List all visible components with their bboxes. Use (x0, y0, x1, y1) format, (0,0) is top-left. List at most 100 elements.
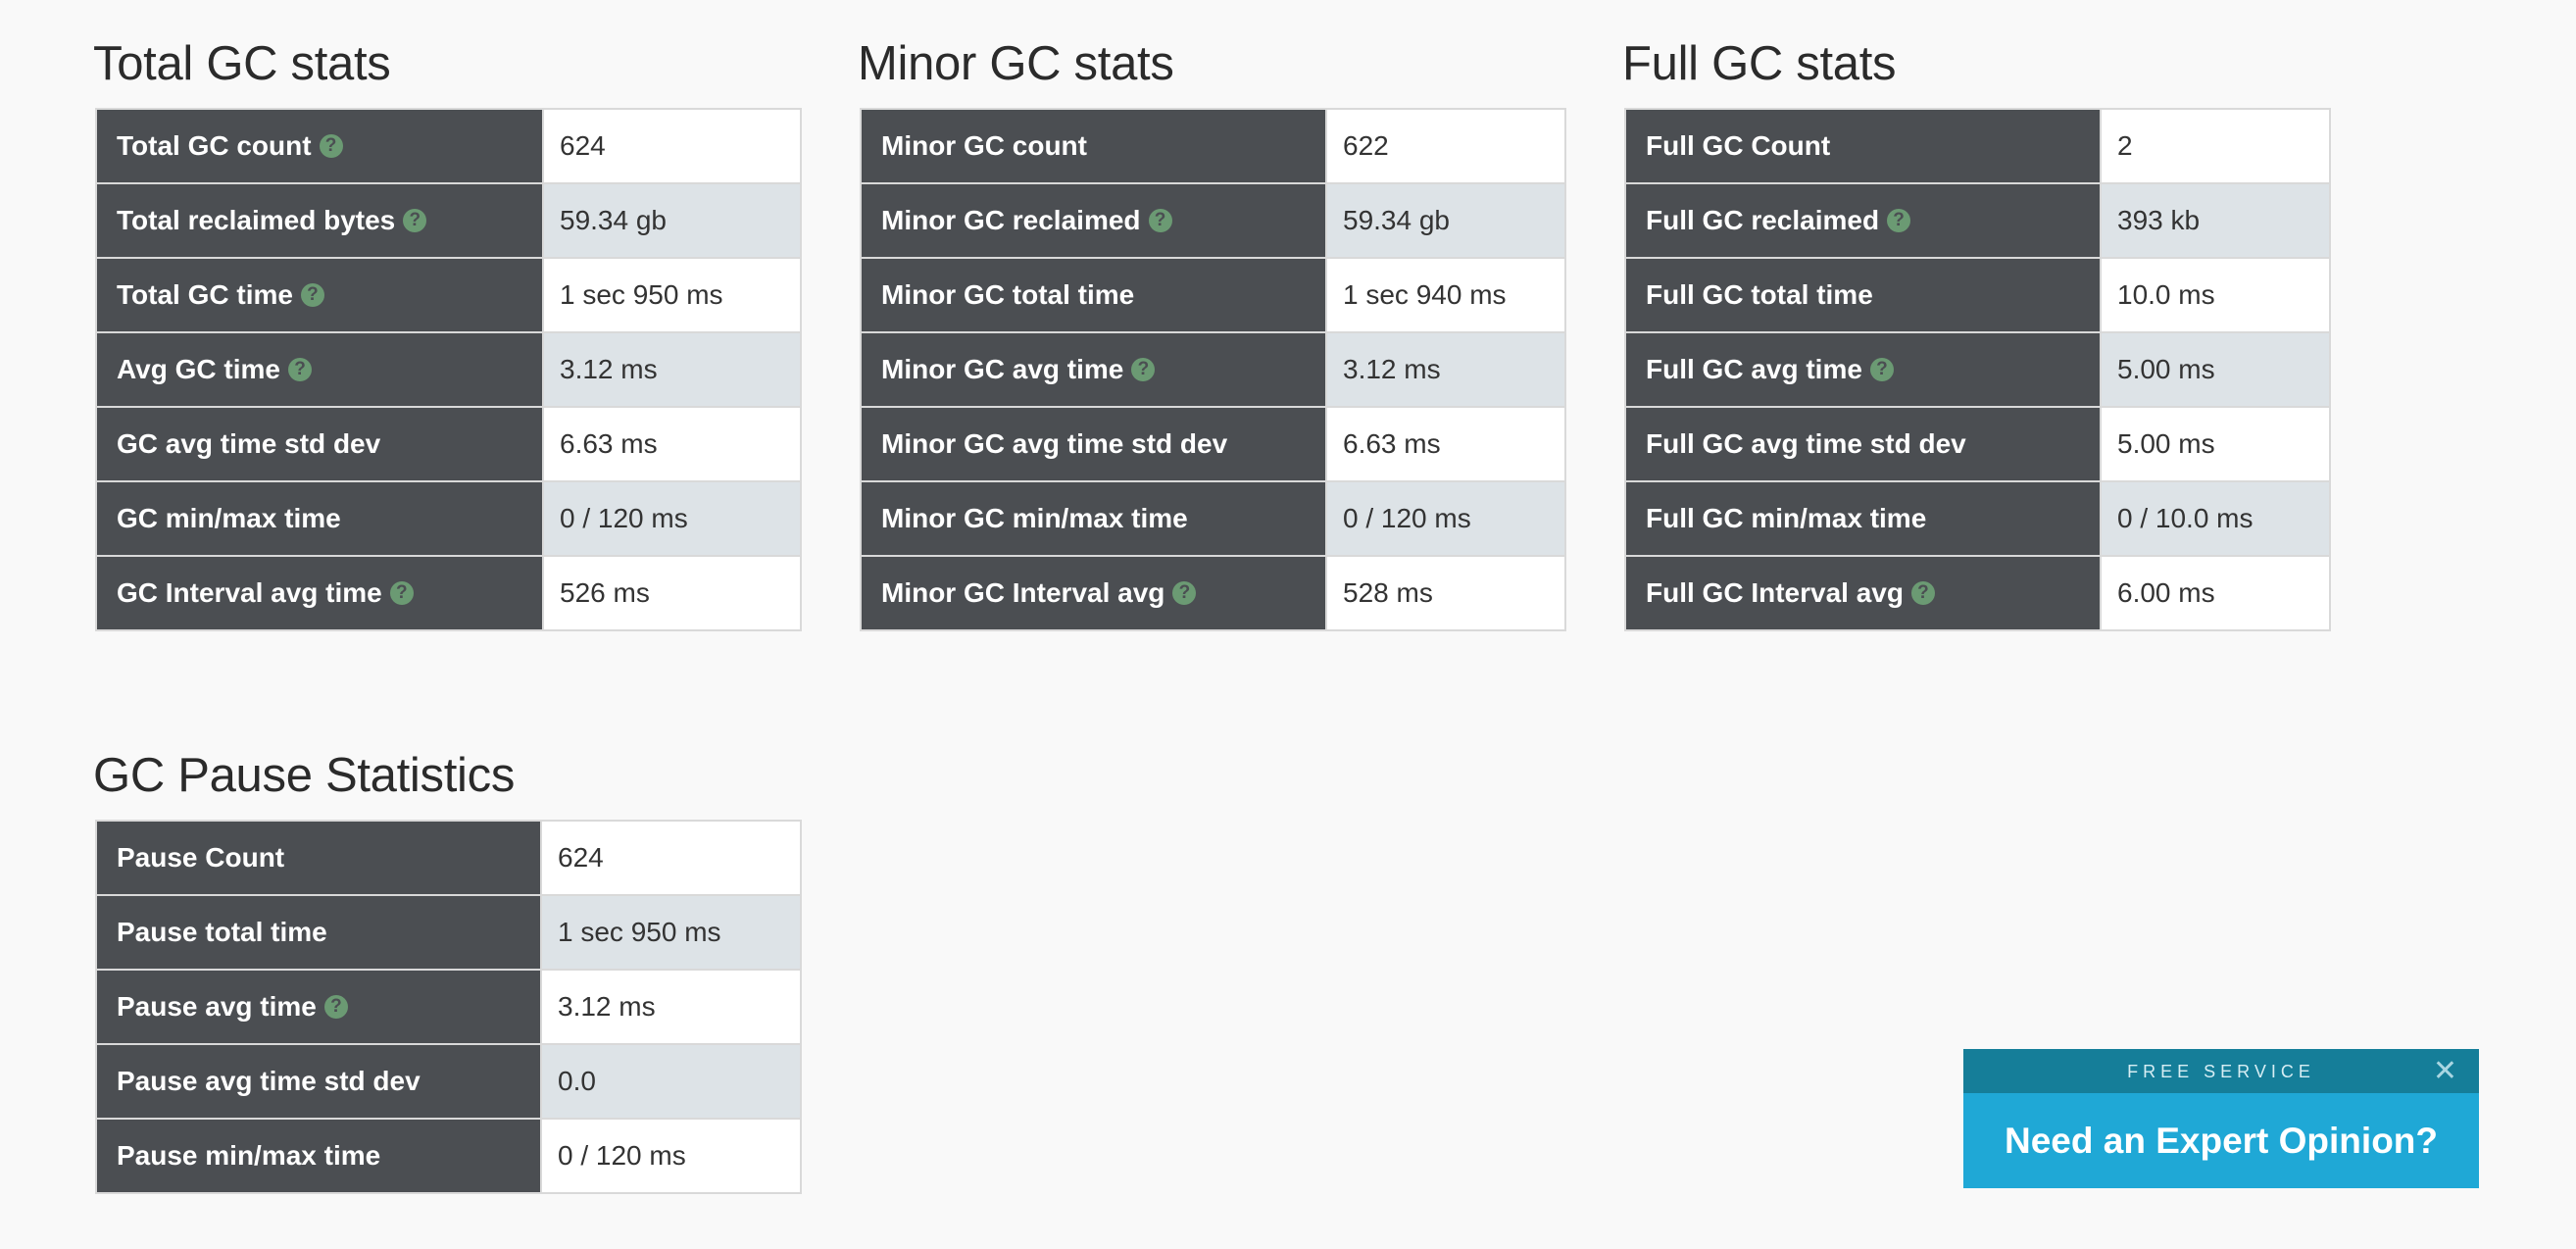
stat-label-cell: Minor GC min/max time (860, 480, 1327, 557)
stat-label: Full GC Interval avg (1646, 577, 1904, 608)
promo-tagline: FREE SERVICE (2127, 1062, 2315, 1081)
stat-value: 6.00 ms (2100, 555, 2331, 631)
stat-label-cell: Total GC count? (95, 108, 544, 184)
table-row: Full GC Count 2 (1624, 108, 2331, 184)
stat-value: 526 ms (542, 555, 802, 631)
help-icon[interactable]: ? (323, 994, 348, 1019)
help-icon[interactable]: ? (1148, 208, 1172, 232)
total-gc-stats-title: Total GC stats (93, 37, 391, 90)
help-icon[interactable]: ? (300, 282, 324, 307)
stat-value: 3.12 ms (542, 331, 802, 408)
stat-label-cell: GC min/max time (95, 480, 544, 557)
stat-label-cell: Minor GC reclaimed? (860, 182, 1327, 259)
stat-value: 1 sec 950 ms (542, 257, 802, 333)
stat-value: 5.00 ms (2100, 406, 2331, 482)
table-row: Total reclaimed bytes? 59.34 gb (95, 182, 802, 259)
full-gc-stats-table: Full GC Count 2 Full GC reclaimed? 393 kb Fu… (1624, 108, 2331, 631)
stat-label: Full GC reclaimed (1646, 205, 1880, 235)
help-icon[interactable]: ? (389, 580, 414, 605)
table-row: Avg GC time? 3.12 ms (95, 331, 802, 408)
stat-value: 1 sec 940 ms (1325, 257, 1566, 333)
table-row: Pause min/max time 0 / 120 ms (95, 1118, 802, 1194)
help-icon[interactable]: ? (403, 208, 427, 232)
expert-opinion-button[interactable]: Need an Expert Opinion? (1963, 1093, 2479, 1188)
stat-value: 5.00 ms (2100, 331, 2331, 408)
help-icon[interactable]: ? (1910, 580, 1935, 605)
promo-header: FREE SERVICE ✕ (1963, 1049, 2479, 1093)
table-row: Full GC reclaimed? 393 kb (1624, 182, 2331, 259)
gc-pause-statistics-section: GC Pause Statistics (93, 747, 515, 804)
stat-value: 3.12 ms (1325, 331, 1566, 408)
table-row: Minor GC avg time? 3.12 ms (860, 331, 1566, 408)
full-gc-stats-title: Full GC stats (1622, 37, 1897, 90)
stat-label: Pause Count (117, 842, 285, 873)
stat-label-cell: Full GC total time (1624, 257, 2102, 333)
table-row: Pause total time 1 sec 950 ms (95, 894, 802, 971)
stat-label: Total GC time (117, 279, 293, 310)
stat-value: 0 / 120 ms (540, 1118, 802, 1194)
stat-value: 6.63 ms (542, 406, 802, 482)
total-gc-stats-table: Total GC count? 624 Total reclaimed bytes?… (95, 108, 802, 631)
stat-label-cell: GC avg time std dev (95, 406, 544, 482)
stat-label: GC min/max time (117, 503, 341, 533)
stat-label-cell: Full GC avg time std dev (1624, 406, 2102, 482)
table-row: Full GC avg time std dev 5.00 ms (1624, 406, 2331, 482)
stat-label: Minor GC min/max time (881, 503, 1188, 533)
help-icon[interactable]: ? (1869, 357, 1894, 381)
stat-label-cell: Full GC Interval avg? (1624, 555, 2102, 631)
stat-value: 3.12 ms (540, 969, 802, 1045)
stat-value: 6.63 ms (1325, 406, 1566, 482)
stat-label: GC Interval avg time (117, 577, 382, 608)
stat-value: 0.0 (540, 1043, 802, 1120)
table-row: Full GC total time 10.0 ms (1624, 257, 2331, 333)
close-icon[interactable]: ✕ (2433, 1049, 2457, 1093)
full-gc-stats-section: Full GC stats (1622, 35, 1897, 92)
stat-label-cell: Pause avg time std dev (95, 1043, 542, 1120)
table-row: GC min/max time 0 / 120 ms (95, 480, 802, 557)
stat-label-cell: Full GC avg time? (1624, 331, 2102, 408)
stat-label: Full GC min/max time (1646, 503, 1927, 533)
stat-label: Minor GC reclaimed (881, 205, 1141, 235)
stat-label: Full GC avg time std dev (1646, 428, 1966, 459)
minor-gc-stats-table: Minor GC count 622 Minor GC reclaimed? 59.3… (860, 108, 1566, 631)
table-row: Full GC avg time? 5.00 ms (1624, 331, 2331, 408)
stat-label: Minor GC count (881, 130, 1087, 161)
stat-label: Full GC Count (1646, 130, 1831, 161)
stat-value: 59.34 gb (542, 182, 802, 259)
stat-value: 622 (1325, 108, 1566, 184)
stat-label-cell: Pause avg time? (95, 969, 542, 1045)
table-row: Pause avg time? 3.12 ms (95, 969, 802, 1045)
stat-label: Total GC count (117, 130, 312, 161)
stat-value: 624 (540, 820, 802, 896)
stat-label-cell: Full GC reclaimed? (1624, 182, 2102, 259)
stat-value: 10.0 ms (2100, 257, 2331, 333)
table-row: Minor GC Interval avg? 528 ms (860, 555, 1566, 631)
stat-label-cell: Minor GC total time (860, 257, 1327, 333)
stat-value: 0 / 120 ms (542, 480, 802, 557)
stat-label-cell: Pause total time (95, 894, 542, 971)
expert-opinion-widget: FREE SERVICE ✕ Need an Expert Opinion? (1963, 1049, 2479, 1188)
stat-label: Full GC avg time (1646, 354, 1862, 384)
help-icon[interactable]: ? (288, 357, 312, 381)
stat-label-cell: Total reclaimed bytes? (95, 182, 544, 259)
help-icon[interactable]: ? (1172, 580, 1197, 605)
table-row: Full GC min/max time 0 / 10.0 ms (1624, 480, 2331, 557)
stat-label: Minor GC total time (881, 279, 1135, 310)
stat-label-cell: Avg GC time? (95, 331, 544, 408)
table-row: Total GC count? 624 (95, 108, 802, 184)
stat-label: Minor GC Interval avg (881, 577, 1165, 608)
table-row: Pause Count 624 (95, 820, 802, 896)
stat-label-cell: Full GC Count (1624, 108, 2102, 184)
help-icon[interactable]: ? (1131, 357, 1156, 381)
help-icon[interactable]: ? (1887, 208, 1911, 232)
stat-label-cell: Total GC time? (95, 257, 544, 333)
stat-label: Full GC total time (1646, 279, 1873, 310)
table-row: Pause avg time std dev 0.0 (95, 1043, 802, 1120)
stat-label: Avg GC time (117, 354, 280, 384)
help-icon[interactable]: ? (319, 133, 343, 158)
stat-value: 528 ms (1325, 555, 1566, 631)
gc-pause-statistics-table: Pause Count 624 Pause total time 1 sec 950 … (95, 820, 802, 1194)
stat-value: 0 / 10.0 ms (2100, 480, 2331, 557)
stat-value: 2 (2100, 108, 2331, 184)
stat-label-cell: Minor GC avg time? (860, 331, 1327, 408)
